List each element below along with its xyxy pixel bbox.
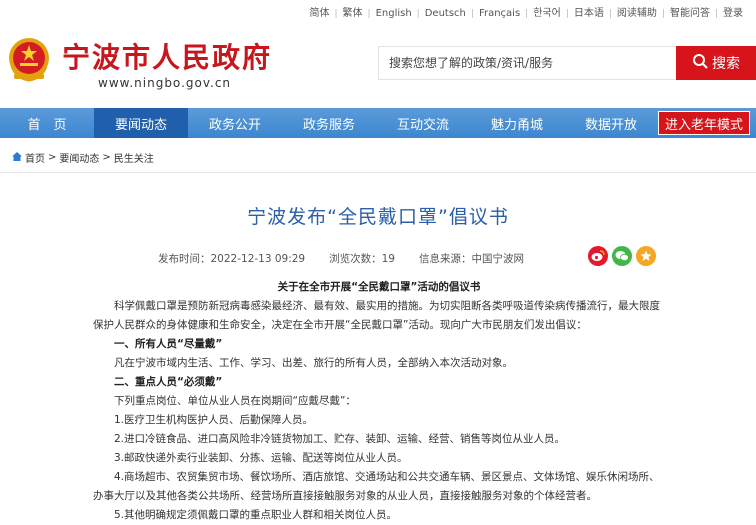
search-button[interactable]: 搜索 bbox=[676, 46, 756, 80]
list-item: 3.邮政快递外卖行业装卸、分拣、运输、配送等岗位从业人员。 bbox=[114, 452, 408, 464]
divider bbox=[0, 172, 756, 173]
breadcrumb-separator: > bbox=[102, 152, 111, 163]
main-nav: 首 页 要闻动态 政务公开 政务服务 互动交流 魅力甬城 数据开放 进入老年模式 bbox=[0, 108, 756, 138]
reading-assist-link[interactable]: 阅读辅助 bbox=[612, 8, 662, 20]
site-title[interactable]: 宁波市人民政府 bbox=[62, 36, 272, 76]
lang-english[interactable]: English bbox=[371, 8, 417, 20]
lang-french[interactable]: Français bbox=[474, 8, 525, 20]
breadcrumb: 首页 > 要闻动态 > 民生关注 bbox=[12, 150, 154, 165]
breadcrumb-livelihood[interactable]: 民生关注 bbox=[114, 150, 154, 165]
search-input[interactable] bbox=[379, 47, 678, 79]
elder-mode-button[interactable]: 进入老年模式 bbox=[657, 111, 750, 135]
site-url: www.ningbo.gov.cn bbox=[98, 76, 232, 90]
favorite-icon[interactable] bbox=[636, 246, 656, 266]
nav-gov-affairs[interactable]: 政务公开 bbox=[188, 108, 282, 138]
lang-german[interactable]: Deutsch bbox=[420, 8, 471, 20]
search-icon bbox=[692, 53, 708, 73]
language-bar: 简体 | 繁体 | English | Deutsch | Français | 한국어 |… bbox=[304, 6, 748, 22]
section-title: 一、所有人员“尽量戴” bbox=[114, 338, 223, 350]
site-header: 宁波市人民政府 www.ningbo.gov.cn 搜索 bbox=[0, 22, 756, 106]
breadcrumb-home[interactable]: 首页 bbox=[25, 150, 45, 165]
article-title: 宁波发布“全民戴口罩”倡议书 bbox=[247, 206, 509, 228]
breadcrumb-news[interactable]: 要闻动态 bbox=[59, 150, 99, 165]
paragraph: 凡在宁波市域内生活、工作、学习、出差、旅行的所有人员，全部纳入本次活动对象。 bbox=[114, 357, 513, 369]
lang-korean[interactable]: 한국어 bbox=[528, 8, 566, 20]
nav-open-data[interactable]: 数据开放 bbox=[564, 108, 658, 138]
nav-news[interactable]: 要闻动态 bbox=[94, 108, 188, 138]
nav-gov-services[interactable]: 政务服务 bbox=[282, 108, 376, 138]
national-emblem-icon[interactable] bbox=[6, 36, 52, 84]
nav-home[interactable]: 首 页 bbox=[0, 108, 94, 138]
section-title: 二、重点人员“必须戴” bbox=[114, 376, 223, 388]
lang-japanese[interactable]: 日本语 bbox=[569, 8, 609, 20]
nav-city-charm[interactable]: 魅力甬城 bbox=[470, 108, 564, 138]
intro-paragraph: 科学佩戴口罩是预防新冠病毒感染最经济、最有效、最实用的措施。为切实阻断各类呼吸道… bbox=[93, 300, 660, 331]
weibo-icon[interactable] bbox=[588, 246, 608, 266]
share-bar bbox=[588, 246, 656, 266]
search-button-label: 搜索 bbox=[712, 56, 740, 72]
publish-time: 发布时间：2022-12-13 09:29 bbox=[158, 253, 306, 265]
wechat-icon[interactable] bbox=[612, 246, 632, 266]
view-count: 浏览次数：19 bbox=[329, 253, 395, 265]
article-meta: 发布时间：2022-12-13 09:29 浏览次数：19 信息来源：中国宁波网 bbox=[158, 251, 524, 266]
search-box bbox=[378, 46, 678, 80]
breadcrumb-separator: > bbox=[48, 152, 57, 163]
login-link[interactable]: 登录 bbox=[718, 8, 748, 20]
lang-traditional[interactable]: 繁体 bbox=[338, 8, 368, 20]
nav-interaction[interactable]: 互动交流 bbox=[376, 108, 470, 138]
article-heading: 关于在全市开展“全民戴口罩”活动的倡议书 bbox=[277, 281, 481, 293]
list-item: 1.医疗卫生机构医护人员、后勤保障人员。 bbox=[114, 414, 314, 426]
article-body: 关于在全市开展“全民戴口罩”活动的倡议书 科学佩戴口罩是预防新冠病毒感染最经济、… bbox=[93, 278, 665, 525]
lang-simplified[interactable]: 简体 bbox=[304, 8, 334, 20]
list-item: 2.进口冷链食品、进口高风险非冷链货物加工、贮存、装卸、运输、经营、销售等岗位从… bbox=[114, 433, 566, 445]
info-source: 信息来源：中国宁波网 bbox=[419, 253, 524, 265]
paragraph: 下列重点岗位、单位从业人员在岗期间“应戴尽戴”： bbox=[114, 395, 356, 407]
list-item: 5.其他明确规定须佩戴口罩的重点职业人群和相关岗位人员。 bbox=[114, 509, 398, 521]
home-icon bbox=[12, 151, 22, 164]
smart-qa-link[interactable]: 智能问答 bbox=[665, 8, 715, 20]
list-item: 4.商场超市、农贸集贸市场、餐饮场所、酒店旅馆、交通场站和公共交通车辆、景区景点… bbox=[93, 471, 660, 502]
